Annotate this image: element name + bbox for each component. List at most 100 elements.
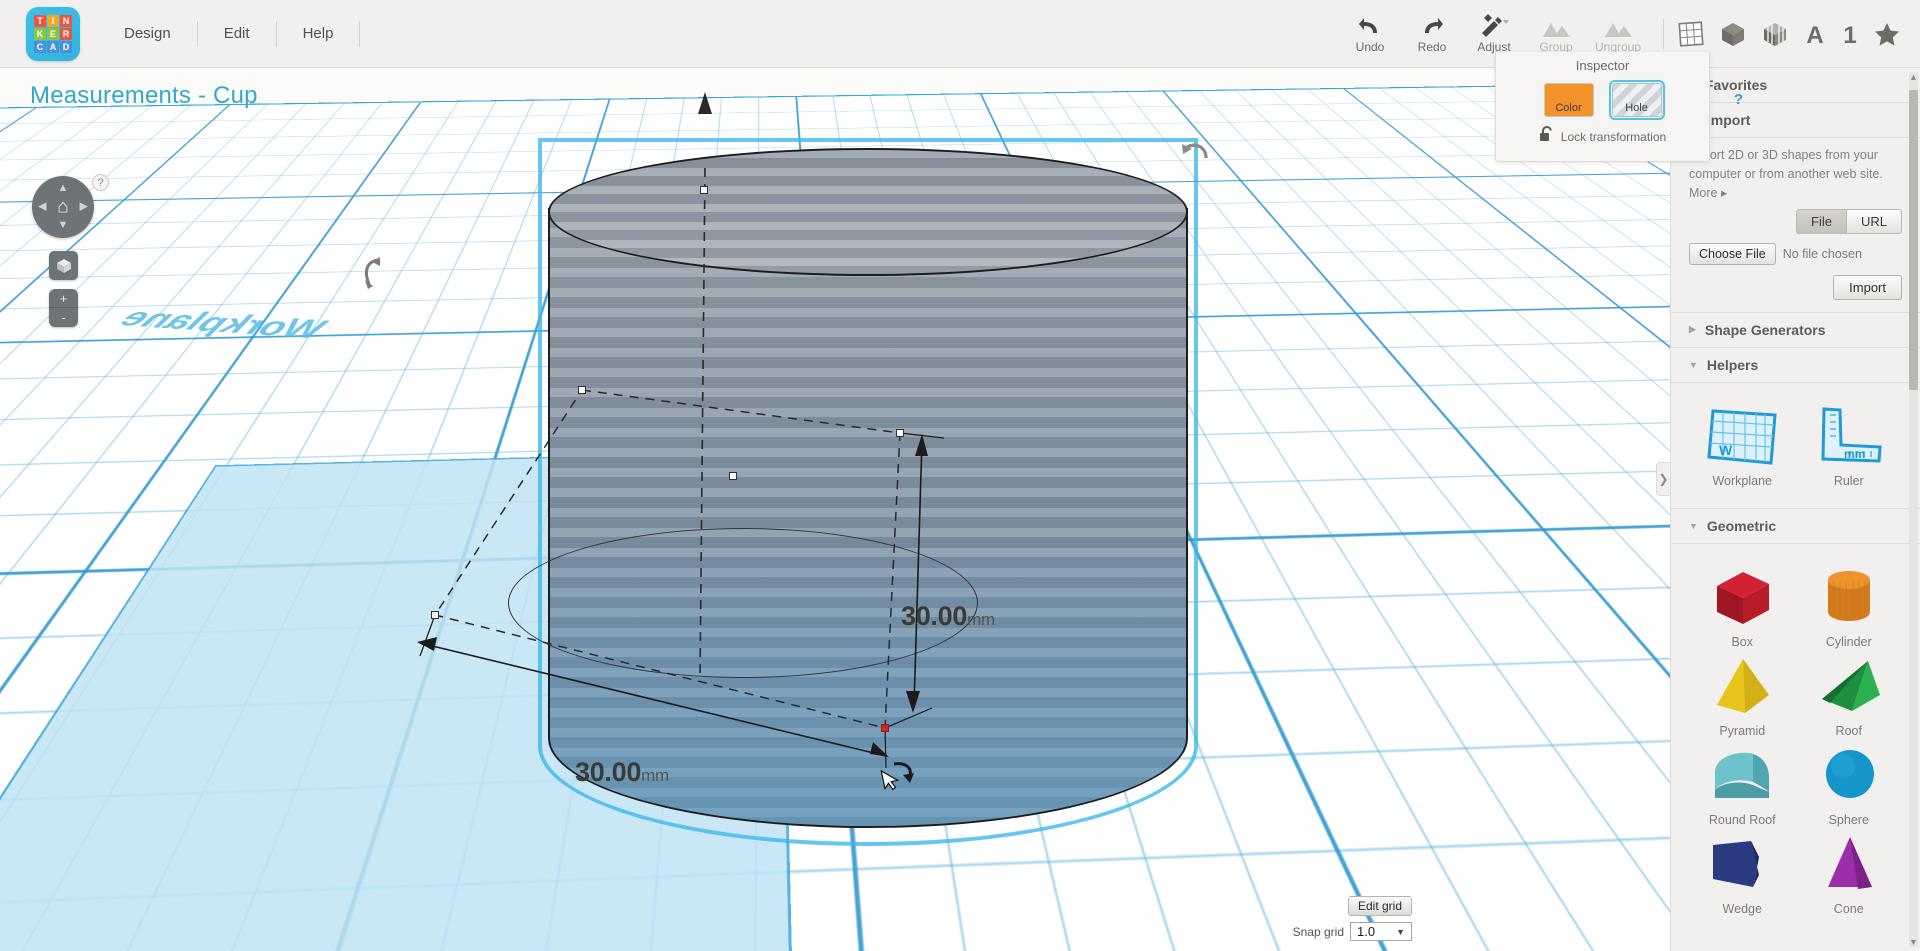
grid-controls: Edit grid Snap grid 1.0 ▼ <box>1293 896 1412 941</box>
choose-file-button[interactable]: Choose File <box>1689 242 1776 265</box>
workplane-rotate-handle[interactable] <box>360 256 386 295</box>
shape-round-roof-label: Round Roof <box>1708 812 1776 827</box>
menu-edit[interactable]: Edit <box>198 20 277 47</box>
shape-pyramid[interactable]: Pyramid <box>1689 653 1796 738</box>
hole-label: Hole <box>1625 102 1648 114</box>
zoom-in-button[interactable]: + <box>49 289 78 308</box>
panel-collapse-toggle[interactable]: ❯ <box>1656 462 1670 496</box>
svg-text:W: W <box>1719 442 1733 458</box>
cube-wire-icon[interactable] <box>1762 21 1788 47</box>
redo-label: Redo <box>1417 40 1447 54</box>
panel-scrollbar[interactable]: ▲ ▼ <box>1909 72 1918 947</box>
group-button[interactable]: Group <box>1525 14 1587 54</box>
import-source-tabs: File URL <box>1689 208 1902 234</box>
view-navigation-widget: ▲ ▼ ◀ ▶ ⌂ ? + - <box>32 174 109 327</box>
adjust-button[interactable]: Adjust <box>1463 14 1525 54</box>
cylinder-top-face <box>548 148 1188 276</box>
zoom-controls: + - <box>49 289 78 327</box>
menu-help[interactable]: Help <box>277 20 361 47</box>
ungroup-button[interactable]: Ungroup <box>1587 14 1649 54</box>
cylinder-object[interactable] <box>508 148 1188 868</box>
text-a-icon[interactable]: A <box>1804 21 1826 47</box>
hole-stripes-top <box>550 150 1186 274</box>
cube-solid-icon[interactable] <box>1720 21 1746 47</box>
home-icon[interactable]: ⌂ <box>57 198 68 217</box>
help-icon[interactable]: ? <box>92 174 109 191</box>
zoom-out-button[interactable]: - <box>49 308 78 327</box>
logo-letter: N <box>60 14 72 27</box>
scroll-down-arrow-icon[interactable]: ▼ <box>1909 937 1918 947</box>
logo-letter: D <box>60 40 72 53</box>
adjust-icon <box>1479 14 1509 38</box>
menu-design[interactable]: Design <box>110 20 198 47</box>
helper-workplane[interactable]: W Workplane <box>1689 403 1796 488</box>
orbit-right-arrow[interactable]: ▶ <box>80 201 88 213</box>
group-icon <box>1541 14 1571 38</box>
page-title: Measurements - Cup <box>30 82 258 109</box>
shape-sphere[interactable]: Sphere <box>1796 742 1903 827</box>
color-swatch-button[interactable]: Color <box>1543 83 1594 117</box>
cube-icon <box>56 258 71 273</box>
view-orbit-disc[interactable]: ▲ ▼ ◀ ▶ ⌂ ? <box>32 174 109 238</box>
orbit-up-arrow[interactable]: ▲ <box>58 183 69 194</box>
scroll-up-arrow-icon[interactable]: ▲ <box>1909 72 1918 82</box>
shape-roof-label: Roof <box>1835 723 1862 738</box>
file-chooser-row: Choose File No file chosen <box>1689 242 1902 265</box>
shape-roof[interactable]: Roof <box>1796 653 1903 738</box>
orbit-left-arrow[interactable]: ◀ <box>38 201 46 213</box>
snap-grid-select[interactable]: 1.0 ▼ <box>1350 922 1412 941</box>
ruler-thumb: mm <box>1806 403 1892 469</box>
redo-icon <box>1420 14 1444 38</box>
logo-letter: C <box>34 40 46 53</box>
unlocked-padlock-icon <box>1539 125 1554 148</box>
import-more-link[interactable]: More ▸ <box>1689 185 1902 200</box>
section-helpers[interactable]: ▼ Helpers <box>1671 348 1920 383</box>
grid-icon[interactable] <box>1678 21 1704 47</box>
shape-cone[interactable]: Cone <box>1796 831 1903 916</box>
section-shape-generators-title: Shape Generators <box>1704 321 1826 338</box>
section-shape-generators[interactable]: ▶ Shape Generators <box>1671 313 1920 348</box>
shape-wedge-label: Wedge <box>1722 901 1762 916</box>
number-1-icon[interactable]: 1 <box>1842 21 1858 47</box>
cylinder-body <box>548 208 1188 828</box>
edit-grid-button[interactable]: Edit grid <box>1347 896 1412 916</box>
redo-button[interactable]: Redo <box>1401 14 1463 54</box>
undo-button[interactable]: Undo <box>1339 14 1401 54</box>
fit-view-button[interactable] <box>49 251 78 280</box>
geometric-grid: Box Cylinder Pyramid Roof Round Roof Sph… <box>1689 552 1902 924</box>
design-canvas[interactable]: Workplane Measurements - Cup 30.00mm 30.… <box>0 68 1670 951</box>
section-geometric[interactable]: ▼ Geometric <box>1671 509 1920 544</box>
snap-grid-row: Snap grid 1.0 ▼ <box>1293 922 1412 941</box>
shape-round-roof[interactable]: Round Roof <box>1689 742 1796 827</box>
hole-swatch-button[interactable]: Hole <box>1608 80 1665 120</box>
lock-transformation-row[interactable]: Lock transformation <box>1496 125 1709 148</box>
tab-url[interactable]: URL <box>1845 208 1902 234</box>
roof-thumb <box>1806 653 1892 719</box>
shape-cylinder[interactable]: Cylinder <box>1796 564 1903 649</box>
helper-ruler[interactable]: mm Ruler <box>1796 403 1903 488</box>
import-action-row: Import <box>1689 274 1902 300</box>
toolbar-divider <box>1663 19 1664 49</box>
color-label: Color <box>1555 102 1582 114</box>
scrollbar-thumb[interactable] <box>1909 90 1918 390</box>
shape-pyramid-label: Pyramid <box>1719 723 1766 738</box>
chevron-right-icon: ▶ <box>1689 324 1696 335</box>
tinkercad-logo[interactable]: T I N K E R C A D <box>26 6 80 61</box>
inspector-panel: Inspector Color Hole ? Lock transformati… <box>1495 52 1743 162</box>
inspector-help-icon[interactable]: ? <box>1734 91 1743 108</box>
tab-file[interactable]: File <box>1796 208 1846 234</box>
shape-box-label: Box <box>1731 634 1754 649</box>
import-description: Import 2D or 3D shapes from your compute… <box>1689 148 1883 182</box>
svg-text:mm: mm <box>1844 447 1865 461</box>
helpers-grid: W Workplane mm Ruler <box>1689 391 1902 496</box>
section-import-title: Import <box>1706 112 1751 128</box>
view-icon-row: A 1 <box>1678 21 1920 47</box>
wedge-thumb <box>1699 831 1785 897</box>
orbit-down-arrow[interactable]: ▼ <box>58 220 69 231</box>
rotate-arrow-icon[interactable] <box>1180 138 1212 173</box>
shape-box[interactable]: Box <box>1689 564 1796 649</box>
shape-wedge[interactable]: Wedge <box>1689 831 1796 916</box>
star-icon[interactable] <box>1874 21 1900 47</box>
import-button[interactable]: Import <box>1833 274 1902 300</box>
chevron-down-icon: ▼ <box>1689 359 1698 370</box>
